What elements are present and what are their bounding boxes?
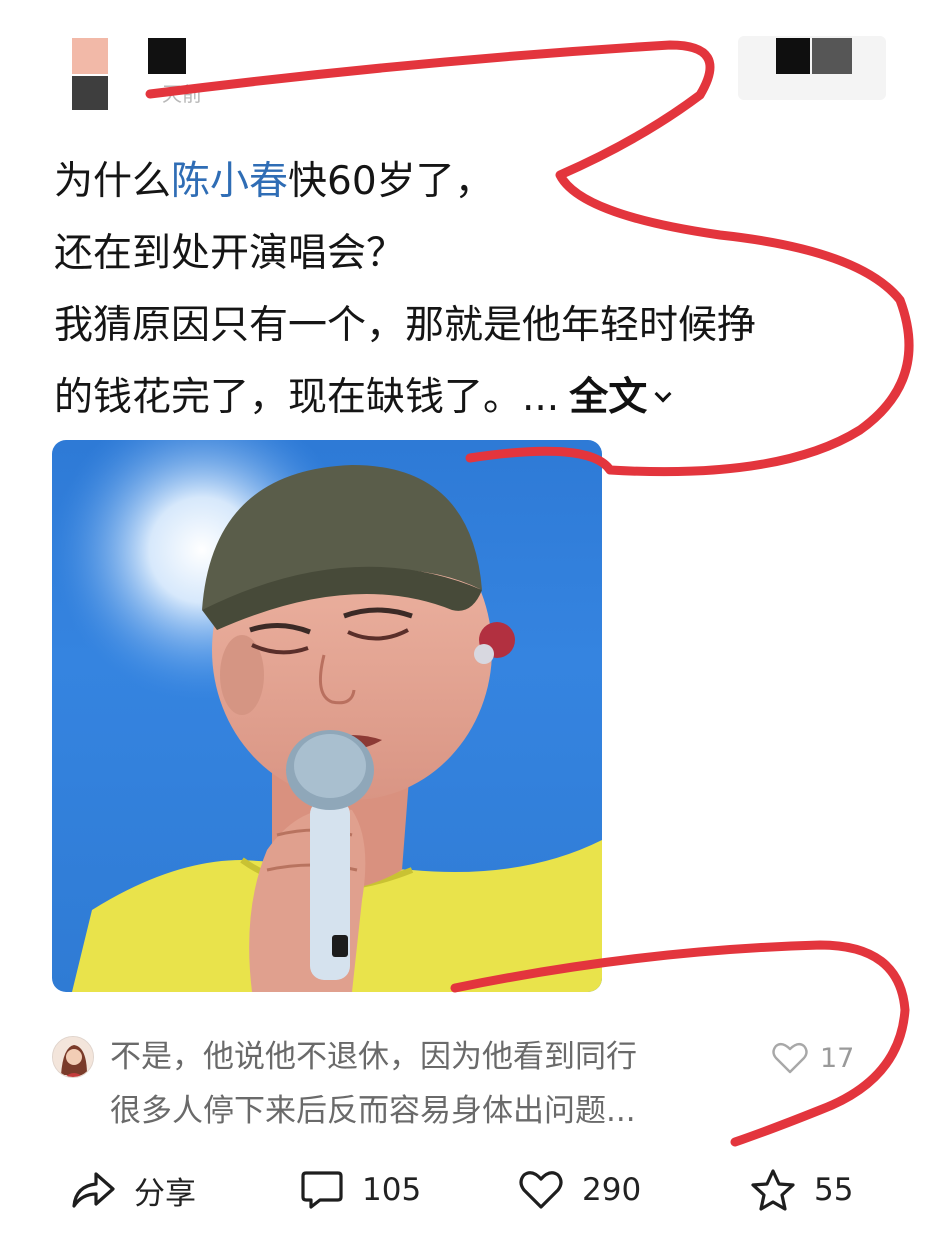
favorite-count: 55 [814,1172,854,1208]
comment-line-2: 很多人停下来后反而容易身体出问题... [110,1093,636,1129]
favorite-button[interactable]: 55 [750,1166,853,1214]
post-text-prefix: 为什么 [54,159,172,204]
like-button[interactable]: 290 [518,1166,641,1214]
post-text-suffix: 快60岁了， [288,159,494,204]
comment-count: 105 [362,1172,422,1208]
comment-text: 不是，他说他不退休，因为他看到同行 很多人停下来后反而容易身体出问题... [110,1030,740,1138]
share-button[interactable]: 分享 [70,1166,196,1214]
post-time: 天前 [162,82,202,106]
avatar-blur-top [72,38,108,74]
follow-blur-left [776,38,810,74]
post-header: 天前 [0,0,930,130]
mention-link[interactable]: 陈小春 [171,159,288,204]
heart-outline-icon [519,1171,563,1209]
author-avatar[interactable] [72,38,112,110]
like-count: 290 [582,1172,642,1208]
commenter-avatar-illustration [53,1037,93,1077]
comment-like-button[interactable]: 17 [772,1038,854,1078]
star-outline-icon [751,1169,795,1211]
avatar-blur-bottom [72,76,108,110]
share-arrow-icon [72,1172,115,1208]
expand-full-text-button[interactable]: 全文 [569,375,672,420]
post-line-2: 还在到处开演唱会？ [54,231,406,276]
follow-button-redacted[interactable] [738,36,886,100]
post-line-4: 的钱花完了，现在缺钱了。... 全文 [54,362,874,434]
action-bar: 分享 105 290 55 [0,1150,930,1230]
post-line-3: 我猜原因只有一个，那就是他年轻时候挣 [54,303,757,348]
comment-line-1: 不是，他说他不退休，因为他看到同行 [110,1039,637,1075]
chevron-down-icon [654,385,672,403]
post-body: 为什么陈小春快60岁了， 还在到处开演唱会？ 我猜原因只有一个，那就是他年轻时候… [54,146,874,434]
top-comment[interactable]: 不是，他说他不退休，因为他看到同行 很多人停下来后反而容易身体出问题... 17 [52,1030,882,1130]
singer-photo-illustration [52,440,602,992]
post-photo[interactable] [52,440,602,992]
post-text-end: 的钱花完了，现在缺钱了。... [54,375,560,420]
comment-bubble-icon [301,1171,343,1209]
comment-button[interactable]: 105 [300,1166,421,1214]
author-name-redacted[interactable] [148,38,186,74]
comment-like-count: 17 [820,1042,855,1074]
commenter-avatar[interactable] [52,1036,94,1078]
heart-outline-icon [772,1042,808,1074]
share-label: 分享 [134,1175,196,1212]
follow-blur-right [812,38,852,74]
expand-label: 全文 [569,375,648,420]
post-line-1: 为什么陈小春快60岁了， [54,146,874,218]
